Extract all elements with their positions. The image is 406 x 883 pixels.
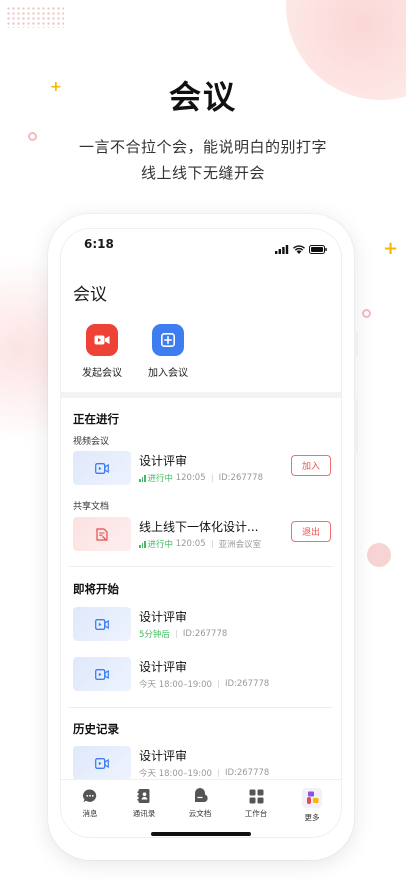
list-item[interactable]: 设计评审 5分钟后 ID:267778	[73, 607, 331, 641]
wifi-icon	[293, 239, 305, 258]
decor-circle	[367, 543, 391, 567]
tab-contacts[interactable]: 通讯录	[121, 788, 167, 819]
item-location: 亚洲会议室	[218, 540, 262, 550]
item-title: 设计评审	[139, 610, 188, 624]
item-duration: 120:05	[175, 539, 206, 549]
decor-plus-icon: +	[383, 238, 399, 259]
list-item[interactable]: 设计评审 今天 18:00–19:00 ID:267778	[73, 657, 331, 691]
section-divider	[61, 392, 341, 398]
document-icon	[73, 517, 131, 551]
tab-label: 消息	[82, 809, 98, 818]
more-apps-icon	[302, 788, 322, 808]
divider	[69, 566, 333, 567]
item-duration: 120:05	[175, 473, 206, 483]
section-title-upcoming: 即将开始	[73, 582, 119, 596]
tab-label: 工作台	[244, 809, 268, 818]
status-time: 6:18	[84, 237, 114, 251]
video-icon	[73, 657, 131, 691]
item-time: 5分钟后	[139, 630, 170, 640]
item-id: ID:267778	[224, 768, 270, 778]
section-title-history: 历史记录	[73, 722, 119, 736]
decor-dot-grid	[6, 6, 64, 28]
live-bars-icon	[139, 540, 146, 548]
signal-icon	[275, 239, 289, 258]
phone-screen: 6:18 会议 发起会议 加入会议 正在进行 视频会议 设计评审 进行中 120…	[60, 228, 342, 838]
tab-workbench[interactable]: 工作台	[233, 788, 279, 819]
hero-title: 会议	[168, 78, 237, 116]
tab-more[interactable]: 更多	[289, 788, 335, 823]
item-status: 进行中	[147, 474, 174, 484]
page-title: 会议	[73, 285, 107, 305]
item-meta: 今天 18:00–19:00 ID:267778	[139, 767, 269, 779]
section-title-ongoing: 正在进行	[73, 412, 119, 426]
item-meta: 进行中 120:05 亚洲会议室	[139, 538, 261, 550]
list-item[interactable]: 线上线下一体化设计... 进行中 120:05 亚洲会议室 退出	[73, 517, 331, 551]
home-indicator	[151, 832, 251, 836]
video-icon	[73, 451, 131, 485]
item-status: 进行中	[147, 540, 174, 550]
item-id: ID:267778	[182, 629, 228, 639]
tab-label: 更多	[304, 813, 320, 822]
battery-icon	[309, 239, 327, 258]
start-meeting-button[interactable]: 发起会议	[74, 324, 130, 379]
hero-subtitle-1: 一言不合拉个会，能说明白的别打字	[78, 138, 327, 156]
item-meta: 今天 18:00–19:00 ID:267778	[139, 678, 269, 690]
item-meta: 进行中 120:05 ID:267778	[139, 472, 263, 484]
status-bar: 6:18	[61, 229, 341, 259]
item-title: 设计评审	[139, 749, 188, 763]
phone-side-button	[354, 332, 358, 356]
join-meeting-button[interactable]: 加入会议	[140, 324, 196, 379]
contacts-book-icon	[136, 788, 152, 804]
shared-doc-label: 共享文档	[73, 502, 110, 512]
plus-square-icon	[152, 324, 184, 356]
tab-label: 云文档	[188, 809, 212, 818]
list-item[interactable]: 设计评审 进行中 120:05 ID:267778 加入	[73, 451, 331, 485]
item-time: 今天 18:00–19:00	[139, 769, 212, 779]
item-id: ID:267778	[224, 679, 270, 689]
live-bars-icon	[139, 474, 146, 482]
item-time: 今天 18:00–19:00	[139, 680, 212, 690]
exit-button[interactable]: 退出	[291, 521, 331, 542]
video-meeting-label: 视频会议	[73, 437, 110, 447]
phone-side-button	[354, 398, 358, 454]
item-title: 设计评审	[139, 454, 188, 468]
cloud-doc-icon	[192, 788, 208, 804]
bottom-tab-bar: 消息 通讯录 云文档 工作台 更多	[61, 779, 341, 829]
item-meta: 5分钟后 ID:267778	[139, 628, 227, 640]
item-id: ID:267778	[218, 473, 263, 483]
divider	[69, 707, 333, 708]
hero-subtitle-2: 线上线下无缝开会	[140, 164, 265, 182]
chat-bubble-icon	[82, 788, 98, 804]
tab-cloud-docs[interactable]: 云文档	[177, 788, 223, 819]
start-meeting-label: 发起会议	[82, 368, 122, 379]
list-item[interactable]: 设计评审 今天 18:00–19:00 ID:267778	[73, 746, 331, 780]
video-icon	[73, 607, 131, 641]
grid-icon	[248, 788, 264, 804]
tab-messages[interactable]: 消息	[67, 788, 113, 819]
video-icon	[73, 746, 131, 780]
tab-label: 通讯录	[132, 809, 156, 818]
video-camera-icon	[86, 324, 118, 356]
join-meeting-label: 加入会议	[148, 368, 188, 379]
item-title: 设计评审	[139, 660, 188, 674]
item-title: 线上线下一体化设计...	[139, 520, 259, 534]
phone-mockup: 6:18 会议 发起会议 加入会议 正在进行 视频会议 设计评审 进行中 120…	[48, 214, 358, 860]
join-button[interactable]: 加入	[291, 455, 331, 476]
decor-ring	[362, 309, 371, 318]
